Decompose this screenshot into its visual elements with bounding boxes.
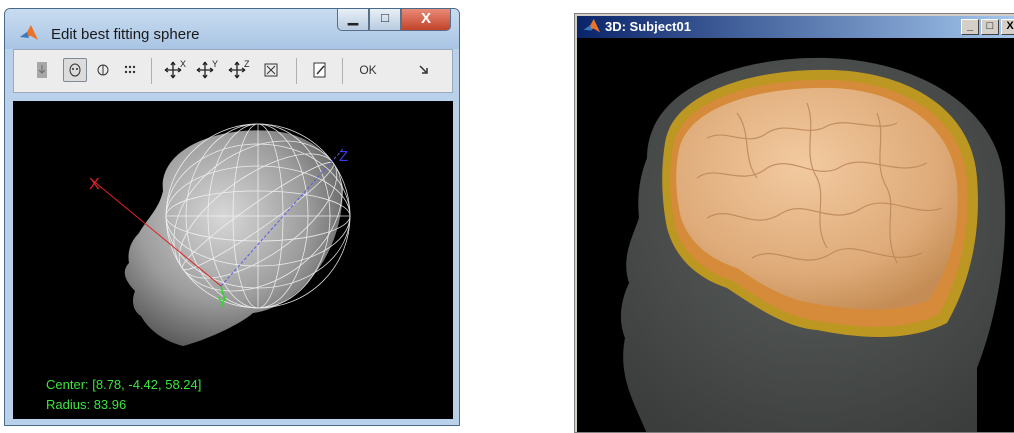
head-view-button[interactable]	[63, 58, 87, 82]
move-z-icon: Z	[228, 59, 250, 79]
svg-text:Y: Y	[212, 59, 218, 69]
close-button[interactable]: X	[1001, 19, 1014, 35]
resize-icon	[264, 63, 278, 77]
brain-icon	[97, 64, 109, 76]
toolbar-separator	[296, 58, 297, 84]
resize-button[interactable]	[259, 58, 283, 82]
window-title: Edit best fitting sphere	[51, 26, 200, 43]
close-button[interactable]: X	[401, 9, 451, 31]
x-axis-label: X	[89, 176, 100, 193]
arrow-down-button[interactable]	[30, 58, 54, 82]
move-y-button[interactable]: Y	[196, 58, 220, 82]
title-bar[interactable]: 3D: Subject01 _ □ X	[577, 16, 1014, 38]
toolbar-separator	[151, 58, 152, 84]
z-axis-label: Z	[339, 148, 348, 165]
move-z-button[interactable]: Z	[228, 58, 252, 82]
svg-text:Z: Z	[244, 59, 250, 69]
move-y-icon: Y	[196, 59, 218, 79]
svg-text:X: X	[180, 59, 186, 69]
dots-view-button[interactable]	[118, 58, 142, 82]
radius-readout: Radius: 83.96	[46, 397, 127, 412]
edit-icon	[313, 62, 326, 78]
matlab-icon	[583, 18, 601, 33]
y-axis-label: Y	[217, 294, 227, 311]
dots-icon	[124, 65, 136, 74]
subject-3d-window: 3D: Subject01 _ □ X	[574, 13, 1014, 433]
minimize-button[interactable]: ▁	[337, 9, 369, 31]
toolbar-separator	[342, 58, 343, 84]
center-readout: Center: [8.78, -4.42, 58.24]	[46, 377, 202, 392]
edit-button[interactable]	[308, 58, 332, 82]
subject-3d-view[interactable]	[577, 38, 1014, 432]
maximize-button[interactable]: □	[981, 19, 999, 35]
maximize-button[interactable]: □	[369, 9, 401, 31]
ok-button[interactable]: OK	[354, 58, 382, 82]
window-title: 3D: Subject01	[605, 19, 691, 34]
head-sphere-render: X Y Z	[89, 123, 351, 346]
edit-sphere-window: Edit best fitting sphere ▁ □ X X Y Z OK …	[4, 8, 460, 426]
arrow-down-icon	[37, 62, 47, 78]
arrow-down-right-icon	[419, 65, 428, 74]
toolbar: X Y Z OK	[13, 49, 453, 93]
matlab-icon	[20, 25, 38, 40]
move-x-icon: X	[164, 59, 186, 79]
dock-button[interactable]	[412, 58, 436, 82]
head-brain-render	[620, 57, 1006, 432]
brain-view-button[interactable]	[91, 58, 115, 82]
sphere-3d-view[interactable]: X Y Z Center: [8.78, -4.42, 58.24] Radiu…	[13, 101, 453, 419]
minimize-button[interactable]: _	[961, 19, 979, 35]
head-icon	[69, 63, 81, 77]
move-x-button[interactable]: X	[164, 58, 188, 82]
title-bar[interactable]: Edit best fitting sphere ▁ □ X	[5, 9, 459, 49]
